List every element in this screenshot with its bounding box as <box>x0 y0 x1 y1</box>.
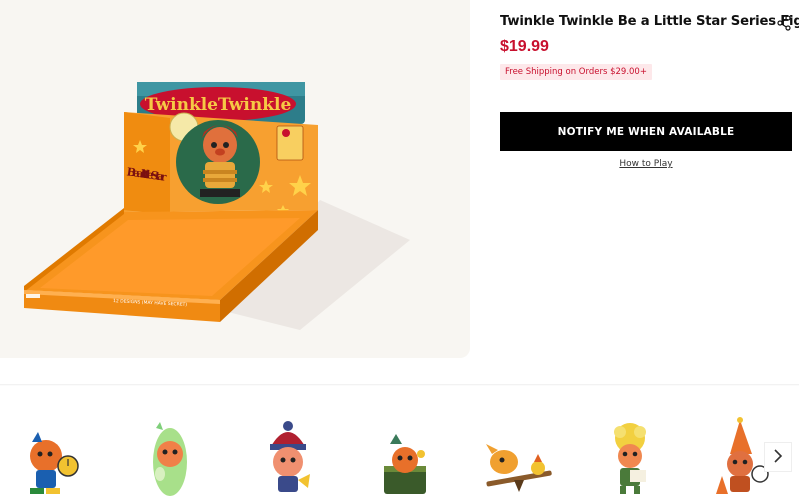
notify-me-button[interactable]: NOTIFY ME WHEN AVAILABLE <box>500 112 792 151</box>
chevron-right-icon <box>773 448 783 467</box>
thumbnail-figure-treasure-box[interactable] <box>366 414 446 500</box>
thumbnail-figure-knit-hat[interactable] <box>248 414 328 500</box>
thumbnail-figure-flower-hair[interactable] <box>590 414 670 500</box>
product-price: $19.99 <box>500 38 549 55</box>
thumbnail-strip <box>0 386 799 500</box>
thumbnail-figure-seesaw[interactable] <box>478 414 558 500</box>
free-shipping-badge: Free Shipping on Orders $29.00+ <box>500 64 652 80</box>
thumbnail-figure-green-hood[interactable] <box>130 414 210 500</box>
thumbnail-figure-clock[interactable] <box>12 414 92 500</box>
box-header-text: TwinkleTwinkle <box>145 95 292 115</box>
product-title: Twinkle Twinkle Be a Little Star Series … <box>500 14 799 29</box>
share-icon[interactable] <box>776 15 792 31</box>
how-to-play-link[interactable]: How to Play <box>500 159 792 169</box>
thumbnail-next-button[interactable] <box>764 442 792 472</box>
product-main-image[interactable]: TwinkleTwinkle Be a little Star 12 DESIG… <box>0 0 470 358</box>
blind-box-display-illustration: TwinkleTwinkle Be a little Star 12 DESIG… <box>24 82 410 330</box>
title-row: Twinkle Twinkle Be a Little Star Series … <box>500 14 799 36</box>
